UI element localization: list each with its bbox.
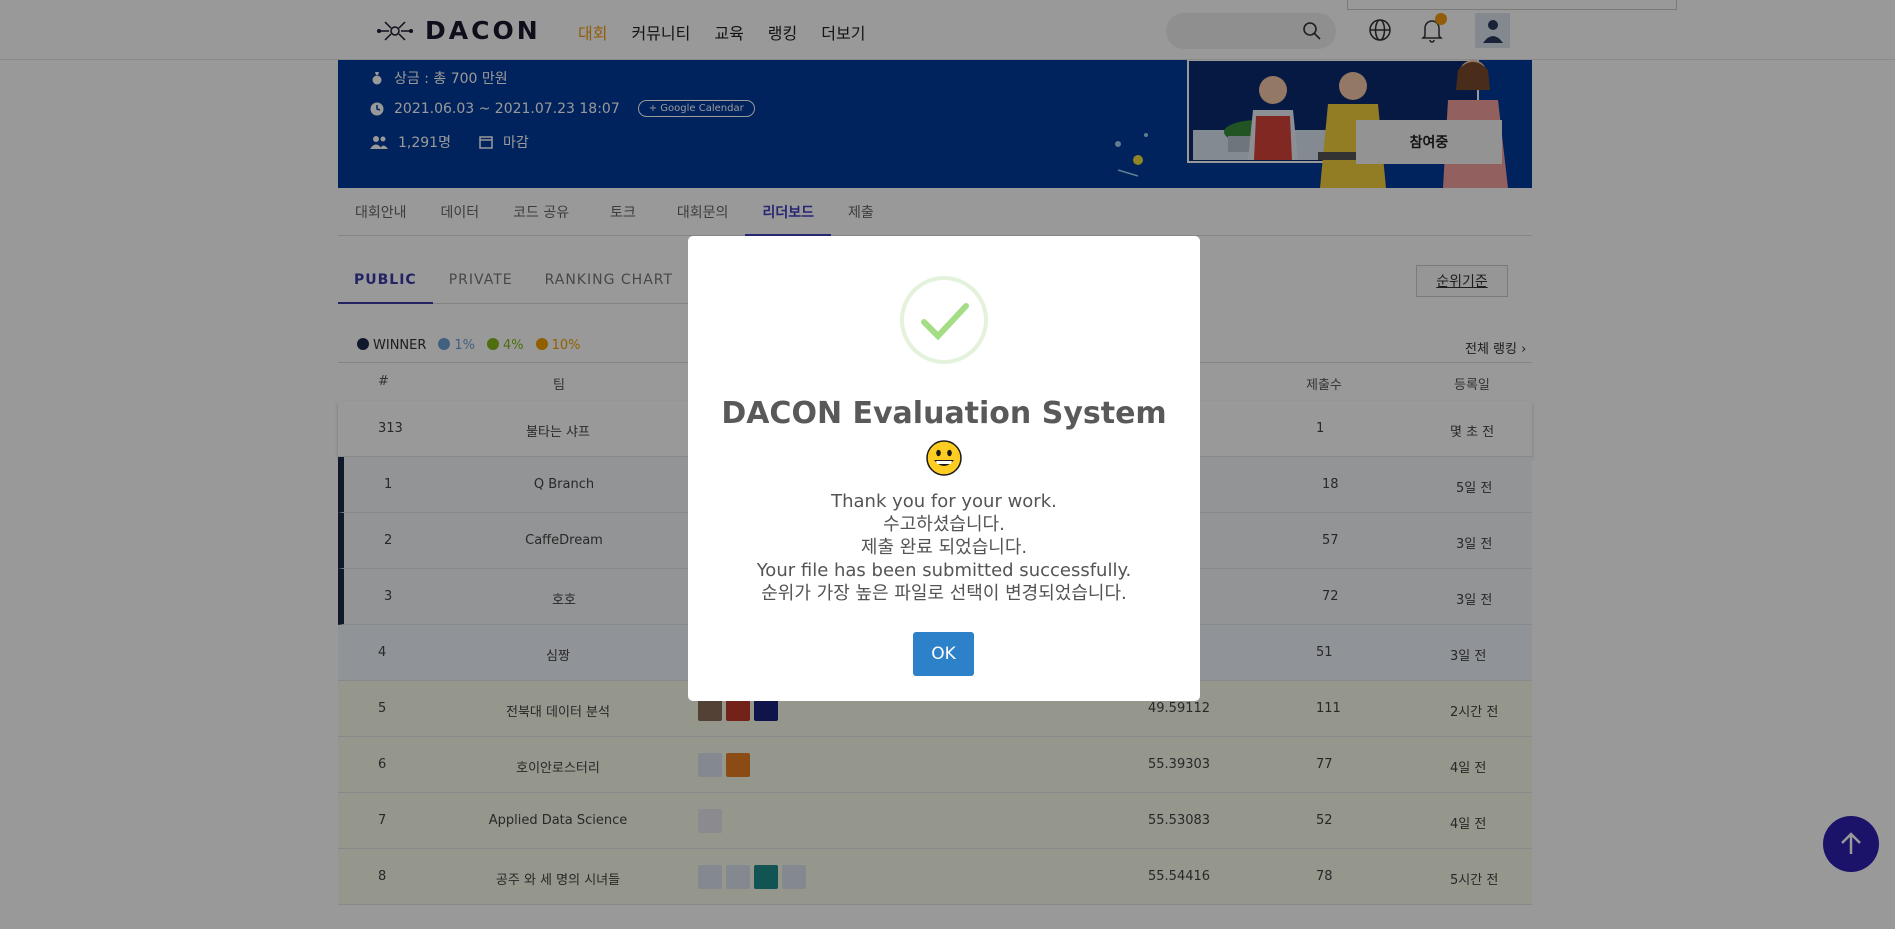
grinning-face-icon — [926, 440, 962, 476]
dialog-message: Thank you for your work. 수고하셨습니다. 제출 완료 … — [688, 490, 1200, 605]
message-line: 순위가 가장 높은 파일로 선택이 변경되었습니다. — [761, 583, 1127, 604]
message-line: Thank you for your work. — [831, 491, 1057, 512]
dialog-title: DACON Evaluation System — [721, 396, 1167, 431]
message-line: 수고하셨습니다. — [883, 514, 1005, 535]
message-line: 제출 완료 되었습니다. — [860, 537, 1028, 558]
message-line: Your file has been submitted successfull… — [756, 560, 1132, 581]
evaluation-dialog: DACON Evaluation System Thank you for yo… — [688, 236, 1200, 701]
success-check-icon — [900, 276, 988, 364]
ok-button[interactable]: OK — [913, 632, 974, 676]
